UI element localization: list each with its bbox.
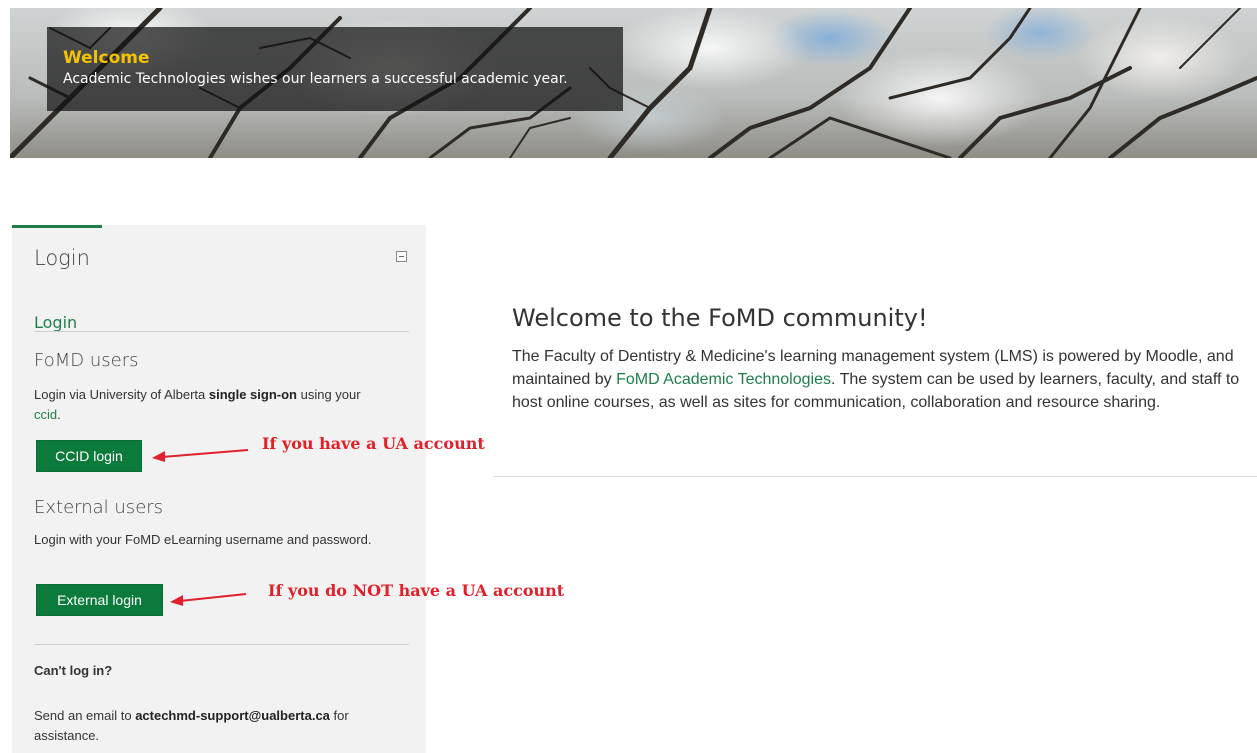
- annotation-arrow-icon: [152, 449, 249, 462]
- external-login-button[interactable]: External login: [36, 584, 163, 616]
- login-link[interactable]: Login: [34, 313, 77, 332]
- divider: [34, 331, 409, 332]
- external-users-heading: External users: [34, 497, 164, 518]
- login-block: Login Login FoMD users Login via Univers…: [12, 225, 426, 753]
- annotation-arrow-icon: [170, 593, 247, 606]
- header-banner: Welcome Academic Technologies wishes our…: [10, 8, 1257, 158]
- support-email: actechmd-support@ualberta.ca: [135, 708, 330, 723]
- annotation-no-ua-account: If you do NOT have a UA account: [268, 581, 565, 600]
- ccid-link[interactable]: ccid: [34, 407, 57, 422]
- page-title: Welcome to the FoMD community!: [512, 304, 928, 332]
- banner-subtitle: Academic Technologies wishes our learner…: [63, 71, 568, 87]
- cant-login-heading: Can't log in?: [34, 663, 113, 678]
- intro-paragraph: The Faculty of Dentistry & Medicine's le…: [512, 348, 1240, 411]
- support-text: Send an email to actechmd-support@ualber…: [34, 708, 349, 743]
- banner-title: Welcome: [63, 48, 150, 68]
- banner-caption: Welcome Academic Technologies wishes our…: [47, 27, 623, 111]
- block-title: Login: [34, 246, 90, 270]
- content-divider: [494, 476, 1257, 477]
- external-users-description: Login with your FoMD eLearning username …: [34, 532, 372, 547]
- block-accent-bar: [12, 225, 102, 228]
- divider: [34, 644, 409, 645]
- fomd-users-description: Login via University of Alberta single s…: [34, 387, 361, 422]
- collapse-icon[interactable]: [396, 251, 407, 262]
- annotation-ua-account: If you have a UA account: [262, 434, 485, 453]
- academic-technologies-link[interactable]: FoMD Academic Technologies: [616, 371, 831, 388]
- fomd-users-heading: FoMD users: [34, 350, 139, 371]
- ccid-login-button[interactable]: CCID login: [36, 440, 142, 472]
